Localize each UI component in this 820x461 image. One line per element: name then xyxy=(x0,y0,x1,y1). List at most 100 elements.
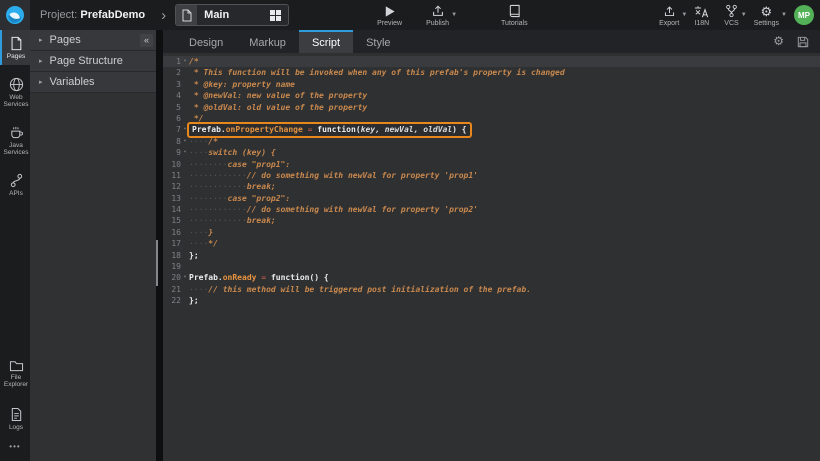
code-line-20[interactable]: 20▾Prefab.onReady = function() { xyxy=(163,272,820,283)
export-button[interactable]: Export ▼ xyxy=(659,4,679,27)
fold-toggle-icon[interactable]: ▾ xyxy=(181,147,189,158)
code-line-11[interactable]: 11 ············// do something with newVa… xyxy=(163,170,820,181)
rail-item-logs[interactable]: Logs xyxy=(0,401,30,436)
fold-toggle-icon[interactable]: ▾ xyxy=(181,56,189,67)
export-caret-icon: ▼ xyxy=(681,12,687,18)
code-line-17[interactable]: 17····*/ xyxy=(163,238,820,249)
code-text: ········case "prop1": xyxy=(189,159,290,170)
fold-toggle-icon[interactable]: ▾ xyxy=(181,136,189,147)
code-line-10[interactable]: 10 ········case "prop1": xyxy=(163,159,820,170)
code-text: ············// do something with newVal … xyxy=(189,170,478,181)
code-line-3[interactable]: 3 * @key: property name xyxy=(163,79,820,90)
publish-label: Publish xyxy=(426,20,449,27)
code-text: ····switch (key) { xyxy=(189,147,276,158)
rail-more-button[interactable]: ••• xyxy=(0,436,30,461)
line-number: 20 xyxy=(163,272,181,283)
vcs-label: VCS xyxy=(724,20,738,27)
code-text: Prefab.onReady = function() { xyxy=(189,272,329,283)
tab-script[interactable]: Script xyxy=(299,30,353,53)
book-icon xyxy=(508,4,521,18)
code-line-13[interactable]: 13········case "prop2": xyxy=(163,193,820,204)
code-line-22[interactable]: 22}; xyxy=(163,295,820,306)
rail-label-pages: Pages xyxy=(7,53,25,60)
code-line-5[interactable]: 5 * @oldVal: old value of the property xyxy=(163,102,820,113)
tabbar-action-icons: ⚙ xyxy=(773,30,809,53)
editor-column: Design Markup Script Style ⚙ 1▾/*2 * Th xyxy=(163,30,820,461)
preview-label: Preview xyxy=(377,20,402,27)
rail-item-file-explorer[interactable]: File Explorer xyxy=(0,353,30,393)
code-line-9[interactable]: 9▾····switch (key) { xyxy=(163,147,820,158)
highlighted-code-text: Prefab.onPropertyChange = function(key, … xyxy=(189,124,470,135)
rail-item-pages[interactable]: Pages xyxy=(0,30,30,65)
play-icon xyxy=(383,4,396,18)
code-line-15[interactable]: 15············break; xyxy=(163,215,820,226)
collapsed-arrow-icon: ▸ xyxy=(39,78,43,86)
panel-section-variables[interactable]: ▸ Variables xyxy=(30,72,156,93)
line-number: 11 xyxy=(163,170,181,181)
code-text: ········case "prop2": xyxy=(189,193,290,204)
settings-label: Settings xyxy=(754,20,779,27)
branch-icon xyxy=(725,4,738,18)
rail-item-java-services[interactable]: Java Services xyxy=(0,119,30,161)
code-line-2[interactable]: 2 * This function will be invoked when a… xyxy=(163,67,820,78)
line-number: 10 xyxy=(163,159,181,170)
wavemaker-logo-icon xyxy=(5,5,25,25)
code-line-19[interactable]: 19 xyxy=(163,261,820,272)
script-code-editor[interactable]: 1▾/*2 * This function will be invoked wh… xyxy=(163,53,820,461)
code-line-12[interactable]: 12············break; xyxy=(163,181,820,192)
rail-label-apis: APIs xyxy=(9,190,23,197)
folder-icon xyxy=(9,359,24,372)
panel-divider[interactable] xyxy=(156,30,163,461)
tab-style[interactable]: Style xyxy=(353,30,403,53)
page-grid-icon[interactable] xyxy=(270,10,281,21)
code-text: ············// do something with newVal … xyxy=(189,204,478,215)
i18n-label: I18N xyxy=(694,20,709,27)
code-text: */ xyxy=(189,113,203,124)
publish-button[interactable]: Publish ▼ xyxy=(426,4,449,27)
rail-label-logs: Logs xyxy=(9,424,23,431)
top-bar: Project: PrefabDemo › Main Preview xyxy=(0,0,820,30)
fold-toggle-icon[interactable]: ▾ xyxy=(181,272,189,283)
tab-design[interactable]: Design xyxy=(176,30,236,53)
code-line-8[interactable]: 8▾····/* xyxy=(163,136,820,147)
code-line-6[interactable]: 6 */ xyxy=(163,113,820,124)
editor-settings-button[interactable]: ⚙ xyxy=(773,35,784,48)
project-name: PrefabDemo xyxy=(80,9,145,21)
code-line-21[interactable]: 21····// this method will be triggered p… xyxy=(163,284,820,295)
page-selector[interactable]: Main xyxy=(175,4,289,26)
code-line-16[interactable]: 16····} xyxy=(163,227,820,238)
code-text: * @newVal: new value of the property xyxy=(189,90,367,101)
topbar-right-actions: Export ▼ I18N VCS ▼ xyxy=(659,4,814,27)
panel-collapse-button[interactable]: « xyxy=(140,34,153,47)
rail-item-web-services[interactable]: Web Services xyxy=(0,71,30,113)
ellipsis-icon: ••• xyxy=(9,442,20,451)
line-number: 7 xyxy=(163,124,181,135)
project-breadcrumb: Project: PrefabDemo xyxy=(40,9,145,21)
panel-section-pages[interactable]: ▸ Pages xyxy=(30,30,156,51)
rail-item-apis[interactable]: APIs xyxy=(0,167,30,202)
tutorials-button[interactable]: Tutorials xyxy=(501,4,528,27)
settings-button[interactable]: ⚙ Settings ▼ xyxy=(754,4,779,27)
code-line-7[interactable]: 7▾Prefab.onPropertyChange = function(key… xyxy=(163,124,820,135)
pages-icon xyxy=(9,36,23,51)
line-number: 18 xyxy=(163,250,181,261)
app-body: Pages Web Services Java Services xyxy=(0,30,820,461)
i18n-button[interactable]: I18N xyxy=(694,4,709,27)
panel-section-page-structure[interactable]: ▸ Page Structure xyxy=(30,51,156,72)
scrollbar-thumb[interactable] xyxy=(156,240,158,286)
rail-label-web-services: Web Services xyxy=(2,94,30,108)
code-line-14[interactable]: 14············// do something with newVa… xyxy=(163,204,820,215)
breadcrumb-chevron-icon: › xyxy=(161,8,166,23)
line-number: 15 xyxy=(163,215,181,226)
logs-document-icon xyxy=(10,407,23,422)
user-avatar[interactable]: MP xyxy=(794,5,814,25)
preview-button[interactable]: Preview xyxy=(377,4,402,27)
code-line-18[interactable]: 18}; xyxy=(163,250,820,261)
app-logo[interactable] xyxy=(0,0,30,30)
vcs-button[interactable]: VCS ▼ xyxy=(724,4,738,27)
tab-markup[interactable]: Markup xyxy=(236,30,299,53)
save-button[interactable] xyxy=(797,36,809,48)
code-line-1[interactable]: 1▾/* xyxy=(163,56,820,67)
code-line-4[interactable]: 4 * @newVal: new value of the property xyxy=(163,90,820,101)
fold-toggle-icon[interactable]: ▾ xyxy=(181,124,189,135)
